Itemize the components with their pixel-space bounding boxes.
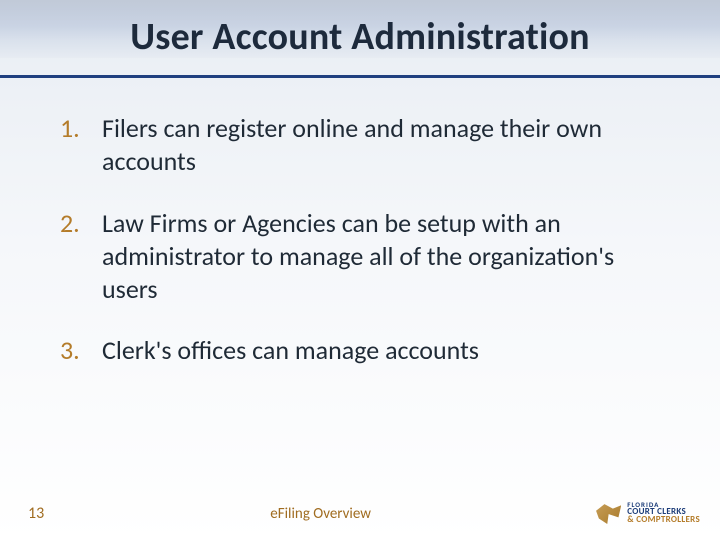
footer: 13 eFiling Overview FLORIDA COURT CLERKS… xyxy=(0,496,720,540)
footer-logo: FLORIDA COURT CLERKS & COMPTROLLERS xyxy=(593,502,700,524)
list-text: Law Firms or Agencies can be setup with … xyxy=(102,207,614,306)
title-band: User Account Administration xyxy=(0,0,720,88)
logo-text: FLORIDA COURT CLERKS & COMPTROLLERS xyxy=(627,502,700,524)
title-underline xyxy=(0,75,720,78)
list-item: 3. Clerk's offices can manage accounts xyxy=(56,334,664,367)
list-number: 3. xyxy=(60,334,80,367)
slide-title: User Account Administration xyxy=(0,14,720,60)
logo-line-3: & COMPTROLLERS xyxy=(627,516,700,524)
list-text: Filers can register online and manage th… xyxy=(102,112,602,177)
list-item: 2. Law Firms or Agencies can be setup wi… xyxy=(56,207,664,307)
logo-mark-icon xyxy=(593,502,621,524)
content-area: 1. Filers can register online and manage… xyxy=(0,88,720,368)
list-number: 2. xyxy=(60,207,80,240)
numbered-list: 1. Filers can register online and manage… xyxy=(56,112,664,368)
list-number: 1. xyxy=(60,112,80,145)
list-text: Clerk's offices can manage accounts xyxy=(102,334,479,366)
footer-label: eFiling Overview xyxy=(270,505,371,523)
footer-center: eFiling Overview xyxy=(48,504,593,523)
list-item: 1. Filers can register online and manage… xyxy=(56,112,664,179)
